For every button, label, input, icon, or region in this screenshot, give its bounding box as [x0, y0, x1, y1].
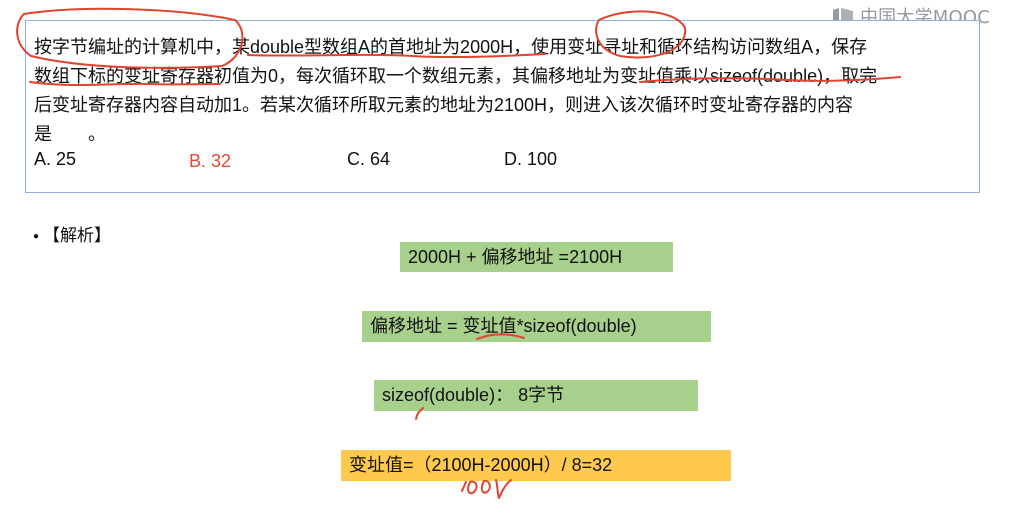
- question-card: 按字节编址的计算机中，某double型数组A的首地址为2000H，使用变址寻址和…: [25, 20, 980, 193]
- formula-offset-address: 偏移地址 = 变址值*sizeof(double): [362, 311, 711, 342]
- question-line-1: 按字节编址的计算机中，某double型数组A的首地址为2000H，使用变址寻址和…: [34, 37, 868, 57]
- question-line-4: 是 。: [34, 124, 106, 144]
- option-a: A. 25: [34, 149, 77, 169]
- formula-index-result: 变址值=（2100H-2000H）/ 8=32: [341, 450, 731, 481]
- formula-sizeof-double: sizeof(double)： 8字节: [374, 380, 698, 411]
- analysis-title-text: 【解析】: [43, 226, 112, 245]
- formula-address-sum: 2000H + 偏移地址 =2100H: [400, 242, 673, 272]
- option-b-correct: B. 32: [189, 151, 232, 171]
- bullet-icon: ●: [33, 231, 40, 242]
- analysis-heading: ● 【解析】: [33, 224, 111, 249]
- question-line-3: 后变址寄存器内容自动加1。若某次循环所取元素的地址为2100H，则进入该次循环时…: [34, 95, 854, 115]
- question-line-2: 数组下标的变址寄存器初值为0，每次循环取一个数组元素，其偏移地址为变址值乘以si…: [34, 66, 878, 86]
- question-text: 按字节编址的计算机中，某double型数组A的首地址为2000H，使用变址寻址和…: [34, 33, 969, 149]
- answer-options: A. 25 B. 32 C. 64 D. 100: [34, 147, 964, 171]
- option-d: D. 100: [504, 149, 558, 169]
- option-c: C. 64: [347, 149, 391, 169]
- annotation-handwritten-100: [461, 479, 512, 499]
